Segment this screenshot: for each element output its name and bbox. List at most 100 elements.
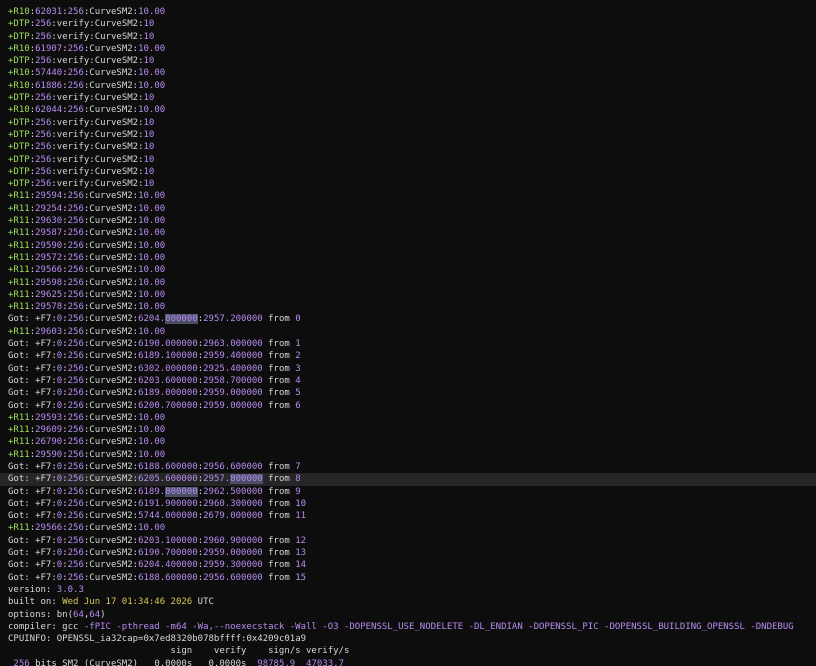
terminal-line: +R11:29630:256:CurveSM2:10.00 — [8, 215, 816, 227]
terminal-text: 6203.100000 — [138, 535, 198, 546]
terminal-text: :CurveSM2: — [83, 252, 139, 263]
terminal-text: 29572 — [35, 252, 63, 263]
terminal-line: CPUINFO: OPENSSL_ia32cap=0x7ed8320b078bf… — [8, 633, 816, 645]
terminal-line: Got: +F7:0:256:CurveSM2:6189.000000:2959… — [8, 387, 816, 399]
terminal-line: +R11:29590:256:CurveSM2:10.00 — [8, 449, 816, 461]
terminal-text: Got: +F7: — [8, 351, 57, 362]
terminal-text: 29594 — [35, 191, 63, 202]
terminal-text: 256 — [67, 511, 84, 522]
terminal-text: 10.00 — [138, 228, 166, 239]
terminal-text: 10 — [143, 129, 155, 140]
terminal-text: 6302.000000 — [138, 363, 198, 374]
terminal-text: 6188.600000 — [138, 572, 198, 583]
terminal-text: 256 — [67, 7, 84, 17]
terminal-text: 64 — [89, 609, 101, 620]
terminal-text: :CurveSM2: — [83, 461, 139, 472]
terminal-text: :CurveSM2: — [83, 203, 139, 214]
terminal-text: from — [262, 474, 296, 485]
terminal-text: 2959.000000 — [203, 388, 263, 399]
terminal-text: 10.00 — [138, 68, 166, 79]
terminal-line: +R11:29566:256:CurveSM2:10.00 — [8, 522, 816, 534]
terminal-window[interactable]: +R10:62031:256:CurveSM2:10.00 +DTP:256:ve… — [0, 0, 816, 666]
terminal-text: 256 — [67, 80, 84, 91]
terminal-text: 256 — [67, 326, 84, 337]
terminal-text: 10.00 — [138, 277, 166, 288]
terminal-text: 0.0000s — [154, 658, 193, 666]
terminal-text: :verify:CurveSM2: — [51, 117, 144, 128]
terminal-text: :verify:CurveSM2: — [51, 93, 144, 104]
terminal-text: :CurveSM2: — [83, 216, 139, 227]
terminal-line: +DTP:256:verify:CurveSM2:10 — [8, 92, 816, 104]
terminal-text: :CurveSM2: — [83, 302, 139, 313]
terminal-text: 29598 — [35, 277, 63, 288]
terminal-text: +DTP — [8, 154, 30, 165]
terminal-text: 256 — [67, 68, 84, 79]
terminal-text: :CurveSM2: — [83, 437, 139, 448]
terminal-text: 47033.7 — [306, 658, 345, 666]
terminal-line: +DTP:256:verify:CurveSM2:10 — [8, 55, 816, 67]
terminal-line: built on: Wed Jun 17 01:34:46 2026 UTC — [8, 596, 816, 608]
terminal-text: 10.00 — [138, 7, 166, 17]
terminal-text: 256 — [35, 31, 52, 42]
terminal-text: 2960.900000 — [203, 535, 263, 546]
terminal-text: 256 — [67, 240, 84, 251]
terminal-line: +DTP:256:verify:CurveSM2:10 — [8, 154, 816, 166]
terminal-text: Got: +F7: — [8, 572, 57, 583]
terminal-line: +R11:29594:256:CurveSM2:10.00 — [8, 190, 816, 202]
terminal-text: +R10 — [8, 43, 30, 54]
terminal-text: 10.00 — [138, 203, 166, 214]
terminal-text: 29625 — [35, 289, 63, 300]
terminal-line: +R11:29587:256:CurveSM2:10.00 — [8, 227, 816, 239]
terminal-text: 29603 — [35, 326, 63, 337]
terminal-text: :CurveSM2: — [83, 400, 139, 411]
terminal-text: :CurveSM2: — [83, 474, 139, 485]
terminal-text: from — [262, 400, 296, 411]
terminal-text: Got: +F7: — [8, 388, 57, 399]
terminal-text: +DTP — [8, 166, 30, 177]
terminal-text: 256 — [67, 388, 84, 399]
terminal-text: 6 — [295, 400, 301, 411]
terminal-text: +R10 — [8, 80, 30, 91]
terminal-text: 15 — [295, 572, 307, 583]
terminal-text: 10.00 — [138, 191, 166, 202]
terminal-line: Got: +F7:0:256:CurveSM2:6205.600000:2957… — [0, 473, 816, 486]
terminal-text: :CurveSM2: — [83, 339, 139, 350]
terminal-text: 10.00 — [138, 437, 166, 448]
terminal-text: 256 — [67, 498, 84, 509]
terminal-text: from — [262, 375, 296, 386]
terminal-text: 61886 — [35, 80, 63, 91]
terminal-text: 6189. — [138, 486, 166, 497]
terminal-text: :verify:CurveSM2: — [51, 56, 144, 67]
terminal-text: from — [262, 498, 296, 509]
terminal-text: :verify:CurveSM2: — [51, 19, 144, 30]
terminal-text: 256 — [67, 449, 84, 460]
terminal-text: +R10 — [8, 7, 30, 17]
terminal-line: +R11:26790:256:CurveSM2:10.00 — [8, 436, 816, 448]
terminal-line: +R10:62031:256:CurveSM2:10.00 — [8, 6, 816, 18]
terminal-text: 256 — [35, 154, 52, 165]
terminal-text: version: — [8, 584, 57, 595]
terminal-line: +DTP:256:verify:CurveSM2:10 — [8, 141, 816, 153]
terminal-text: 2960.300000 — [203, 498, 263, 509]
terminal-text: :CurveSM2: — [83, 43, 139, 54]
terminal-text: 10.00 — [138, 105, 166, 116]
terminal-text: :CurveSM2: — [83, 351, 139, 362]
terminal-text: 10 — [143, 56, 155, 67]
terminal-line: Got: +F7:0:256:CurveSM2:6203.100000:2960… — [8, 535, 816, 547]
terminal-text: :CurveSM2: — [83, 240, 139, 251]
terminal-line: +DTP:256:verify:CurveSM2:10 — [8, 31, 816, 43]
terminal-text: 26790 — [35, 437, 63, 448]
terminal-text: 256 — [35, 19, 52, 30]
terminal-text: 256 — [67, 289, 84, 300]
terminal-text: 256 — [67, 216, 84, 227]
terminal-text: 0x4209c01a9 — [246, 634, 307, 645]
terminal-text: +R11 — [8, 265, 30, 276]
terminal-text: +R11 — [8, 412, 30, 423]
terminal-text: from — [262, 461, 296, 472]
terminal-text: 256 — [67, 412, 84, 423]
terminal-text: :verify:CurveSM2: — [51, 31, 144, 42]
terminal-text: ) — [100, 609, 106, 620]
terminal-text: from — [262, 560, 296, 571]
terminal-text: 256 — [67, 105, 84, 116]
